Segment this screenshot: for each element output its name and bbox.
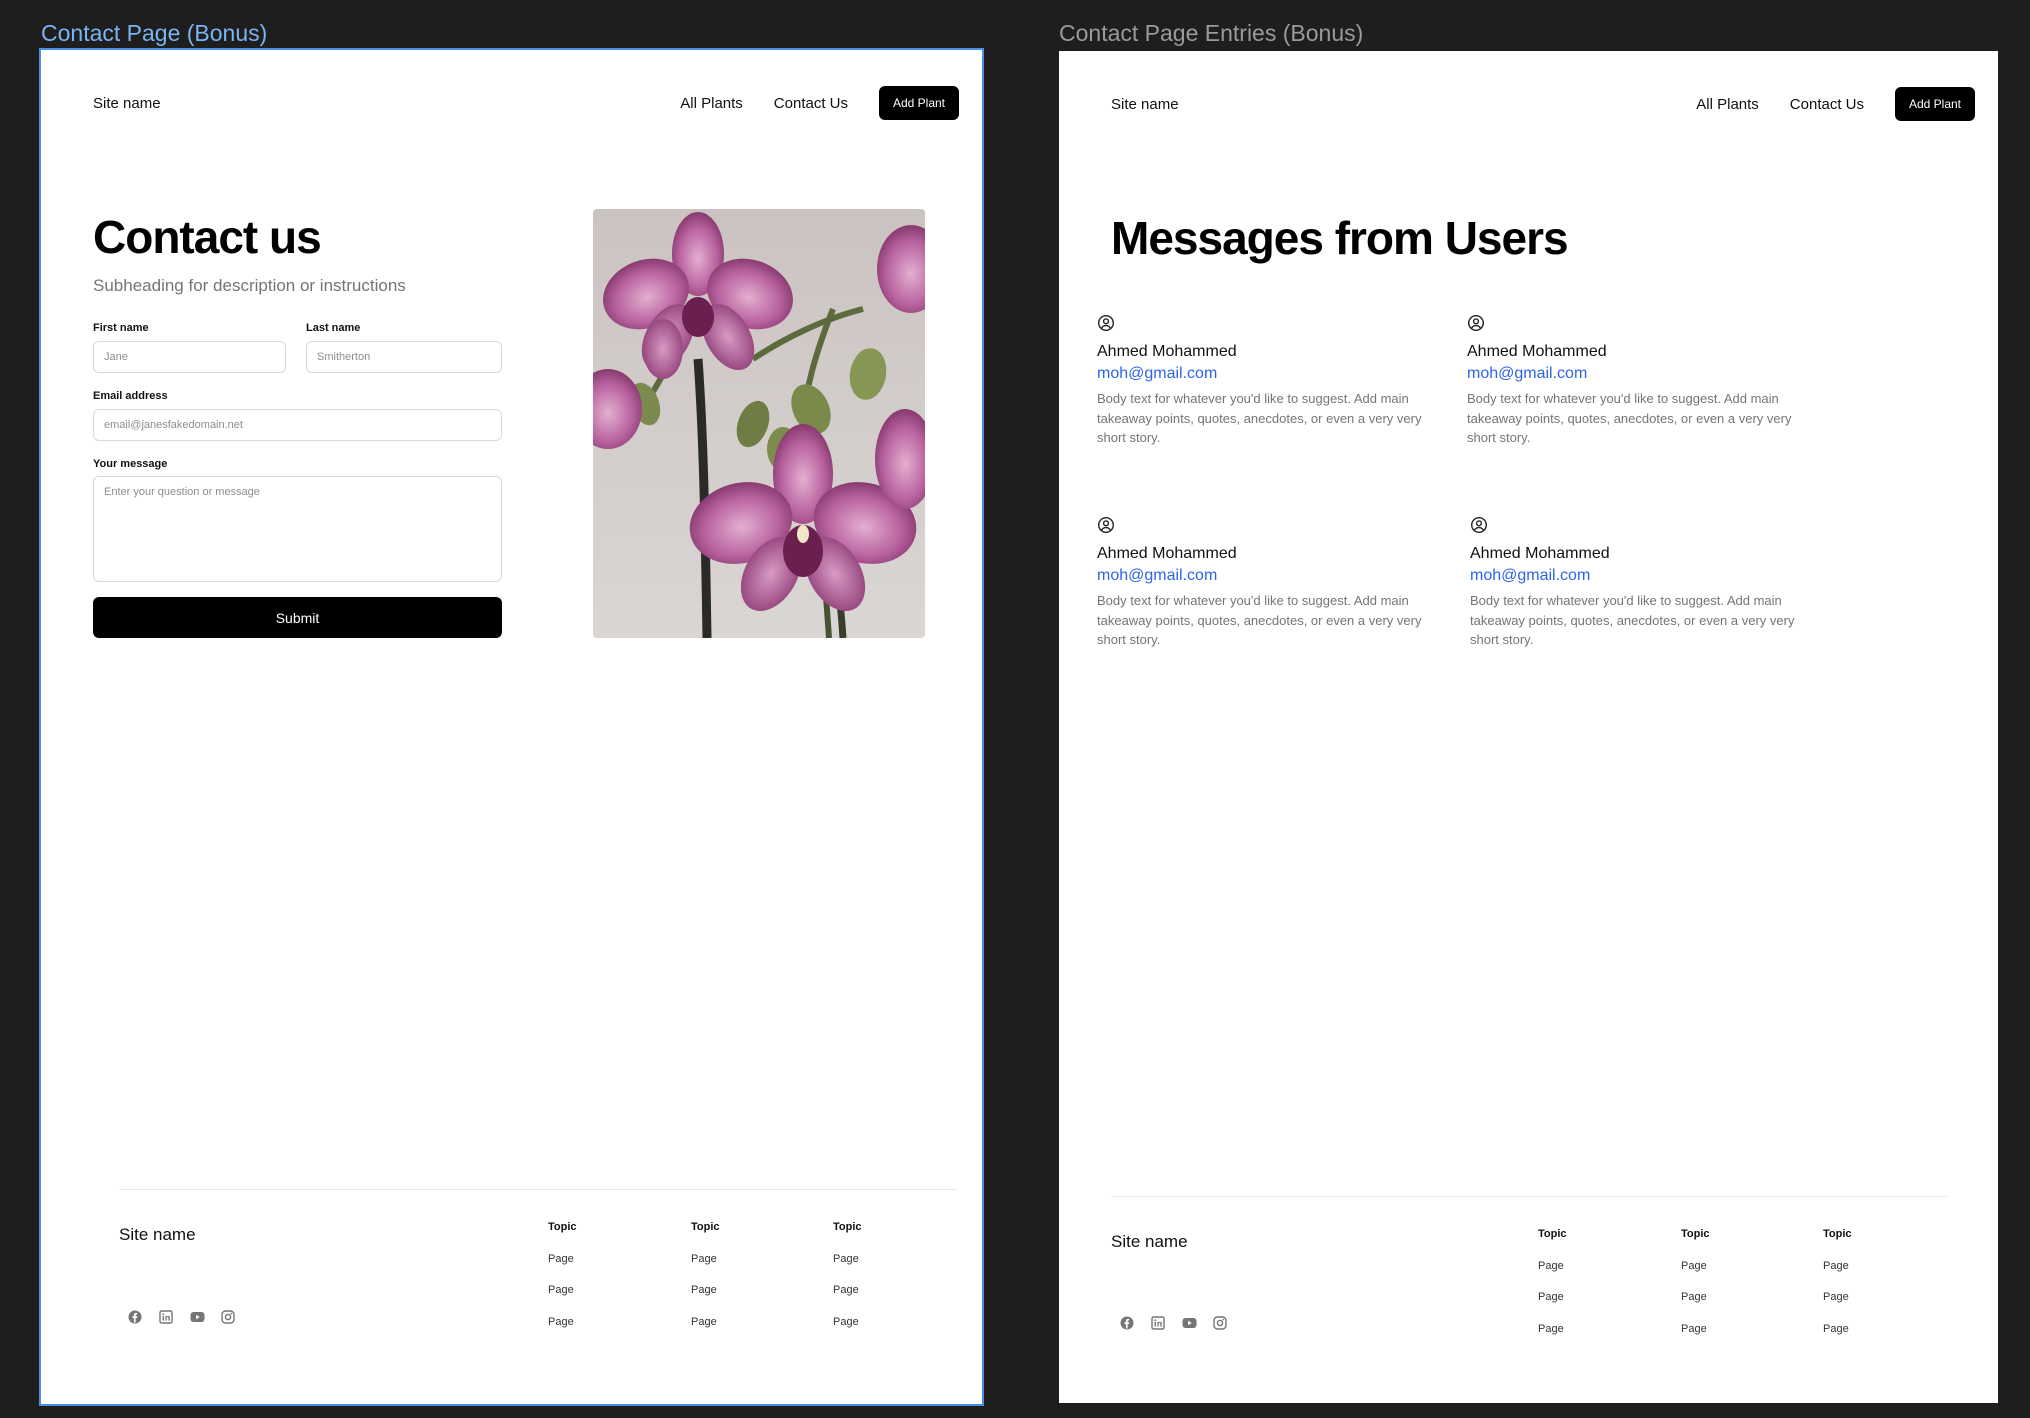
footer-page-link[interactable]: Page — [1823, 1291, 1923, 1307]
message-sender-email[interactable]: moh@gmail.com — [1097, 567, 1437, 585]
footer-page-link[interactable]: Page — [833, 1316, 933, 1332]
footer-page-link[interactable]: Page — [1823, 1260, 1923, 1276]
message-body: Body text for whatever you'd like to sug… — [1097, 391, 1422, 445]
message-card: Ahmed Mohammed moh@gmail.com Body text f… — [1467, 314, 1807, 448]
footer-page-link[interactable]: Page — [1538, 1291, 1638, 1307]
user-icon — [1097, 314, 1115, 332]
footer-page-link[interactable]: Page — [691, 1284, 791, 1300]
footer-page-link[interactable]: Page — [1538, 1323, 1638, 1339]
contact-entries-frame[interactable]: Site name All Plants Contact Us Add Plan… — [1059, 51, 1998, 1403]
page-title: Messages from Users — [1111, 212, 1569, 264]
top-nav: Site name All Plants Contact Us Add Plan… — [1111, 87, 1975, 121]
facebook-icon[interactable] — [1119, 1315, 1135, 1331]
footer-page-link[interactable]: Page — [691, 1253, 791, 1269]
last-name-input[interactable]: Smitherton — [306, 341, 502, 373]
footer-social-links — [127, 1309, 251, 1325]
footer-page-link[interactable]: Page — [1538, 1260, 1638, 1276]
message-label: Your message — [93, 458, 168, 470]
message-sender-email[interactable]: moh@gmail.com — [1467, 365, 1807, 383]
message-textarea[interactable]: Enter your question or message — [93, 476, 502, 582]
footer-site-name[interactable]: Site name — [1111, 1232, 1188, 1252]
footer-column: Topic Page Page Page — [548, 1221, 648, 1332]
footer-divider — [119, 1189, 957, 1190]
nav-site-name[interactable]: Site name — [1111, 96, 1179, 113]
youtube-icon[interactable] — [1181, 1315, 1197, 1331]
message-sender-name: Ahmed Mohammed — [1097, 343, 1237, 360]
submit-button[interactable]: Submit — [93, 597, 502, 638]
footer-social-links — [1119, 1315, 1243, 1331]
nav-links: All Plants Contact Us Add Plant — [680, 86, 959, 120]
footer-page-link[interactable]: Page — [1681, 1323, 1781, 1339]
add-plant-button[interactable]: Add Plant — [1895, 87, 1975, 121]
message-sender-email[interactable]: moh@gmail.com — [1470, 567, 1810, 585]
user-icon — [1097, 516, 1115, 534]
youtube-icon[interactable] — [189, 1309, 205, 1325]
footer-topic: Topic — [1681, 1228, 1710, 1240]
footer-column: Topic Page Page Page — [691, 1221, 791, 1332]
orchid-image — [593, 209, 925, 638]
footer-topic: Topic — [1538, 1228, 1567, 1240]
message-body: Body text for whatever you'd like to sug… — [1467, 391, 1792, 445]
add-plant-button[interactable]: Add Plant — [879, 86, 959, 120]
footer-column: Topic Page Page Page — [1681, 1228, 1781, 1339]
footer-page-link[interactable]: Page — [1823, 1323, 1923, 1339]
footer-column: Topic Page Page Page — [1538, 1228, 1638, 1339]
nav-link-all-plants[interactable]: All Plants — [680, 95, 743, 112]
footer-topic: Topic — [833, 1221, 862, 1233]
message-card: Ahmed Mohammed moh@gmail.com Body text f… — [1097, 314, 1437, 448]
footer-column: Topic Page Page Page — [833, 1221, 933, 1332]
instagram-icon[interactable] — [1212, 1315, 1228, 1331]
footer-page-link[interactable]: Page — [833, 1253, 933, 1269]
page-subheading: Subheading for description or instructio… — [93, 276, 406, 295]
message-sender-email[interactable]: moh@gmail.com — [1097, 365, 1437, 383]
linkedin-icon[interactable] — [158, 1309, 174, 1325]
facebook-icon[interactable] — [127, 1309, 143, 1325]
footer-page-link[interactable]: Page — [548, 1253, 648, 1269]
footer-page-link[interactable]: Page — [548, 1316, 648, 1332]
footer-page-link[interactable]: Page — [1681, 1291, 1781, 1307]
footer-page-link[interactable]: Page — [691, 1316, 791, 1332]
frame-label-contact-page[interactable]: Contact Page (Bonus) — [41, 20, 267, 47]
footer-site-name[interactable]: Site name — [119, 1225, 196, 1245]
email-input[interactable]: email@janesfakedomain.net — [93, 409, 502, 441]
message-body: Body text for whatever you'd like to sug… — [1097, 593, 1422, 647]
page-title: Contact us — [93, 211, 322, 263]
top-nav: Site name All Plants Contact Us Add Plan… — [93, 86, 959, 120]
user-icon — [1470, 516, 1488, 534]
contact-page-frame[interactable]: Site name All Plants Contact Us Add Plan… — [39, 48, 984, 1406]
message-body: Body text for whatever you'd like to sug… — [1470, 593, 1795, 647]
footer-topic: Topic — [691, 1221, 720, 1233]
frame-label-contact-entries[interactable]: Contact Page Entries (Bonus) — [1059, 20, 1363, 47]
footer-topic: Topic — [1823, 1228, 1852, 1240]
instagram-icon[interactable] — [220, 1309, 236, 1325]
nav-link-contact-us[interactable]: Contact Us — [774, 95, 848, 112]
message-sender-name: Ahmed Mohammed — [1470, 545, 1610, 562]
message-sender-name: Ahmed Mohammed — [1467, 343, 1607, 360]
nav-link-contact-us[interactable]: Contact Us — [1790, 96, 1864, 113]
first-name-label: First name — [93, 322, 149, 334]
email-label: Email address — [93, 390, 168, 402]
message-card: Ahmed Mohammed moh@gmail.com Body text f… — [1470, 516, 1810, 650]
message-card: Ahmed Mohammed moh@gmail.com Body text f… — [1097, 516, 1437, 650]
footer-page-link[interactable]: Page — [1681, 1260, 1781, 1276]
nav-site-name[interactable]: Site name — [93, 95, 161, 112]
linkedin-icon[interactable] — [1150, 1315, 1166, 1331]
nav-link-all-plants[interactable]: All Plants — [1696, 96, 1759, 113]
message-sender-name: Ahmed Mohammed — [1097, 545, 1237, 562]
footer-topic: Topic — [548, 1221, 577, 1233]
footer-page-link[interactable]: Page — [833, 1284, 933, 1300]
footer-page-link[interactable]: Page — [548, 1284, 648, 1300]
first-name-input[interactable]: Jane — [93, 341, 286, 373]
last-name-label: Last name — [306, 322, 361, 334]
nav-links: All Plants Contact Us Add Plant — [1696, 87, 1975, 121]
user-icon — [1467, 314, 1485, 332]
footer-column: Topic Page Page Page — [1823, 1228, 1923, 1339]
footer-divider — [1111, 1196, 1947, 1197]
